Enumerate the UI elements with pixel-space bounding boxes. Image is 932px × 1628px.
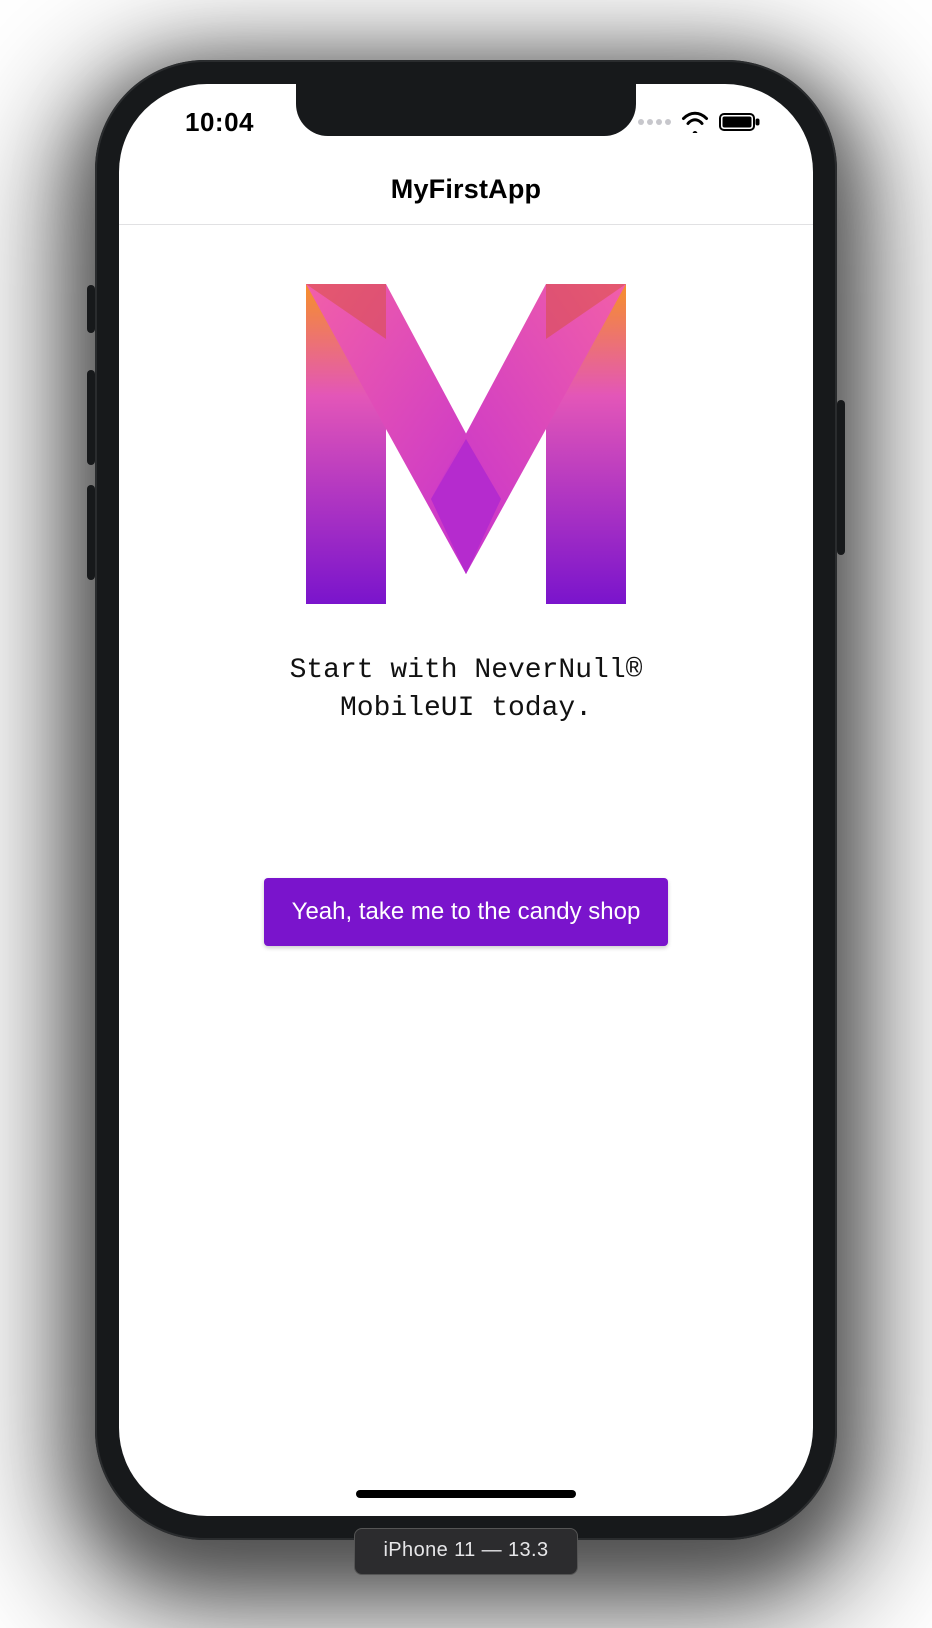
main-content: Start with NeverNull® MobileUI today. Ye…: [119, 224, 813, 1516]
app-logo-icon: [286, 264, 646, 624]
volume-up-button[interactable]: [87, 370, 95, 465]
power-button[interactable]: [837, 400, 845, 555]
wifi-icon: [681, 111, 709, 133]
battery-icon: [719, 112, 761, 132]
mute-switch[interactable]: [87, 285, 95, 333]
cta-button[interactable]: Yeah, take me to the candy shop: [264, 878, 669, 946]
tagline-text: Start with NeverNull® MobileUI today.: [290, 652, 643, 728]
cellular-signal-icon: [638, 119, 671, 125]
nav-title: MyFirstApp: [391, 174, 542, 205]
iphone-device-frame: 10:04: [95, 60, 837, 1540]
simulator-device-label: iPhone 11 — 13.3: [354, 1528, 577, 1575]
status-time: 10:04: [185, 107, 254, 138]
phone-screen: 10:04: [119, 84, 813, 1516]
notch: [296, 84, 636, 136]
home-indicator[interactable]: [356, 1490, 576, 1498]
navigation-bar: MyFirstApp: [119, 154, 813, 225]
volume-down-button[interactable]: [87, 485, 95, 580]
